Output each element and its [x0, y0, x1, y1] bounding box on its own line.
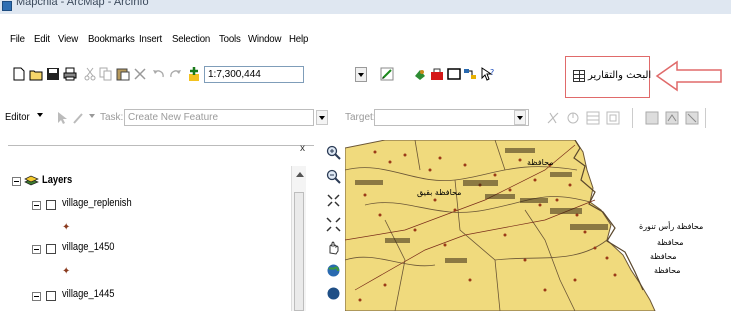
editor-toolbar-icon[interactable] [380, 67, 394, 81]
fixed-zoom-out-icon[interactable] [326, 217, 341, 232]
scroll-up-icon[interactable] [296, 172, 304, 177]
task-dropdown-button[interactable] [316, 110, 328, 125]
scroll-thumb[interactable] [294, 192, 304, 311]
delete-icon[interactable] [133, 67, 147, 81]
village-marker-icon: ✦ [62, 266, 71, 277]
layer-name[interactable]: village_1450 [62, 241, 115, 253]
cut-icon[interactable] [83, 67, 97, 81]
editor-menu-button[interactable]: Editor [5, 111, 30, 123]
target-dropdown-button[interactable] [514, 110, 526, 125]
collapse-layer-icon[interactable] [32, 245, 41, 254]
layers-icon [24, 175, 39, 186]
fixed-zoom-in-icon[interactable] [326, 193, 341, 208]
layers-root-label[interactable]: Layers [42, 174, 72, 186]
zoom-out-icon[interactable] [326, 169, 341, 184]
target-label: Target: [345, 112, 376, 123]
arctoolbox-icon[interactable] [430, 67, 444, 81]
arcmap-app-icon [2, 1, 12, 11]
map-label: محافظة [654, 266, 681, 275]
map-scale-value: 1:7,300,444 [208, 69, 261, 80]
collapse-layer-icon[interactable] [32, 292, 41, 301]
toolbar-separator-2 [705, 108, 706, 128]
map-label: محافظة [657, 238, 684, 247]
toc-scrollbar[interactable] [291, 166, 306, 311]
undo-icon[interactable] [152, 67, 166, 81]
whats-this-icon[interactable]: ? [481, 67, 495, 81]
layer-name[interactable]: village_replenish [62, 197, 132, 209]
search-reports-button[interactable]: البحث والتقارير [565, 56, 652, 98]
close-icon[interactable]: x [300, 143, 305, 154]
village-marker-icon: ✦ [62, 222, 71, 233]
layer-visibility-checkbox[interactable] [46, 244, 56, 254]
map-label: محافظة [527, 158, 554, 167]
sketch-properties-icon[interactable] [606, 111, 620, 125]
table-icon [573, 70, 585, 82]
globe-icon[interactable] [326, 286, 341, 301]
menu-file[interactable]: File [10, 33, 25, 45]
task-label: Task: [100, 112, 124, 123]
target-select[interactable] [374, 109, 529, 126]
redo-icon[interactable] [168, 67, 182, 81]
attributes-icon[interactable] [586, 111, 600, 125]
menu-insert[interactable]: Insert [139, 33, 162, 45]
map-view[interactable]: محافظة رأس تنورة محافظة محافظة محافظة مح… [345, 140, 731, 311]
task-select[interactable]: Create New Feature [124, 109, 314, 126]
collapse-layer-icon[interactable] [32, 201, 41, 210]
collapse-layers-icon[interactable] [12, 177, 21, 186]
title-bar: Mapchia - ArcMap - ArcInfo [0, 0, 731, 14]
menu-tools[interactable]: Tools [219, 33, 241, 45]
toolbar-separator [632, 108, 633, 128]
cut-polygons-icon[interactable] [685, 111, 699, 125]
scale-dropdown-button[interactable] [355, 67, 367, 82]
new-doc-icon[interactable] [12, 67, 26, 81]
menu-view[interactable]: View [58, 33, 78, 45]
python-icon[interactable] [447, 67, 461, 81]
layer-name[interactable]: village_1445 [62, 288, 115, 300]
menu-window[interactable]: Window [248, 33, 281, 45]
full-extent-icon[interactable] [326, 263, 341, 278]
menu-help[interactable]: Help [289, 33, 308, 45]
svg-text:?: ? [490, 68, 494, 77]
edit-tool-icon[interactable] [55, 111, 69, 125]
pan-hand-icon[interactable] [326, 240, 341, 255]
map-label: محافظة بقيق [417, 188, 462, 197]
model-builder-icon[interactable] [463, 67, 477, 81]
map-label: محافظة [650, 252, 677, 261]
annotation-arrow [655, 60, 722, 92]
save-icon[interactable] [46, 67, 60, 81]
open-folder-icon[interactable] [29, 67, 43, 81]
search-reports-label: البحث والتقارير [588, 70, 652, 81]
tools-toolbar [320, 140, 346, 311]
menu-selection[interactable]: Selection [172, 33, 210, 45]
map-label: محافظة رأس تنورة [639, 222, 704, 231]
editor-toolbar: Editor Task: Create New Feature Target: [0, 104, 731, 132]
print-icon[interactable] [63, 67, 77, 81]
sketch-tool-icon[interactable] [72, 111, 86, 125]
add-data-icon[interactable] [186, 66, 202, 82]
sketch-dropdown-icon [89, 114, 95, 118]
layer-visibility-checkbox[interactable] [46, 200, 56, 210]
rotate-tool-icon[interactable] [566, 111, 580, 125]
catalog-icon[interactable] [413, 67, 427, 81]
map-scale-field[interactable]: 1:7,300,444 [204, 66, 304, 83]
zoom-in-icon[interactable] [326, 145, 341, 160]
menu-bookmarks[interactable]: Bookmarks [88, 33, 135, 45]
menu-bar: File Edit View Bookmarks Insert Selectio… [0, 30, 731, 48]
edit-vertices-icon[interactable] [645, 111, 659, 125]
reshape-icon[interactable] [665, 111, 679, 125]
table-of-contents [8, 145, 314, 311]
copy-icon[interactable] [99, 67, 113, 81]
layer-visibility-checkbox[interactable] [46, 291, 56, 301]
split-tool-icon[interactable] [546, 111, 560, 125]
task-select-value: Create New Feature [128, 112, 219, 123]
menu-edit[interactable]: Edit [34, 33, 50, 45]
window-title: Mapchia - ArcMap - ArcInfo [16, 0, 149, 8]
paste-icon[interactable] [116, 67, 130, 81]
editor-dropdown-icon [37, 113, 43, 117]
